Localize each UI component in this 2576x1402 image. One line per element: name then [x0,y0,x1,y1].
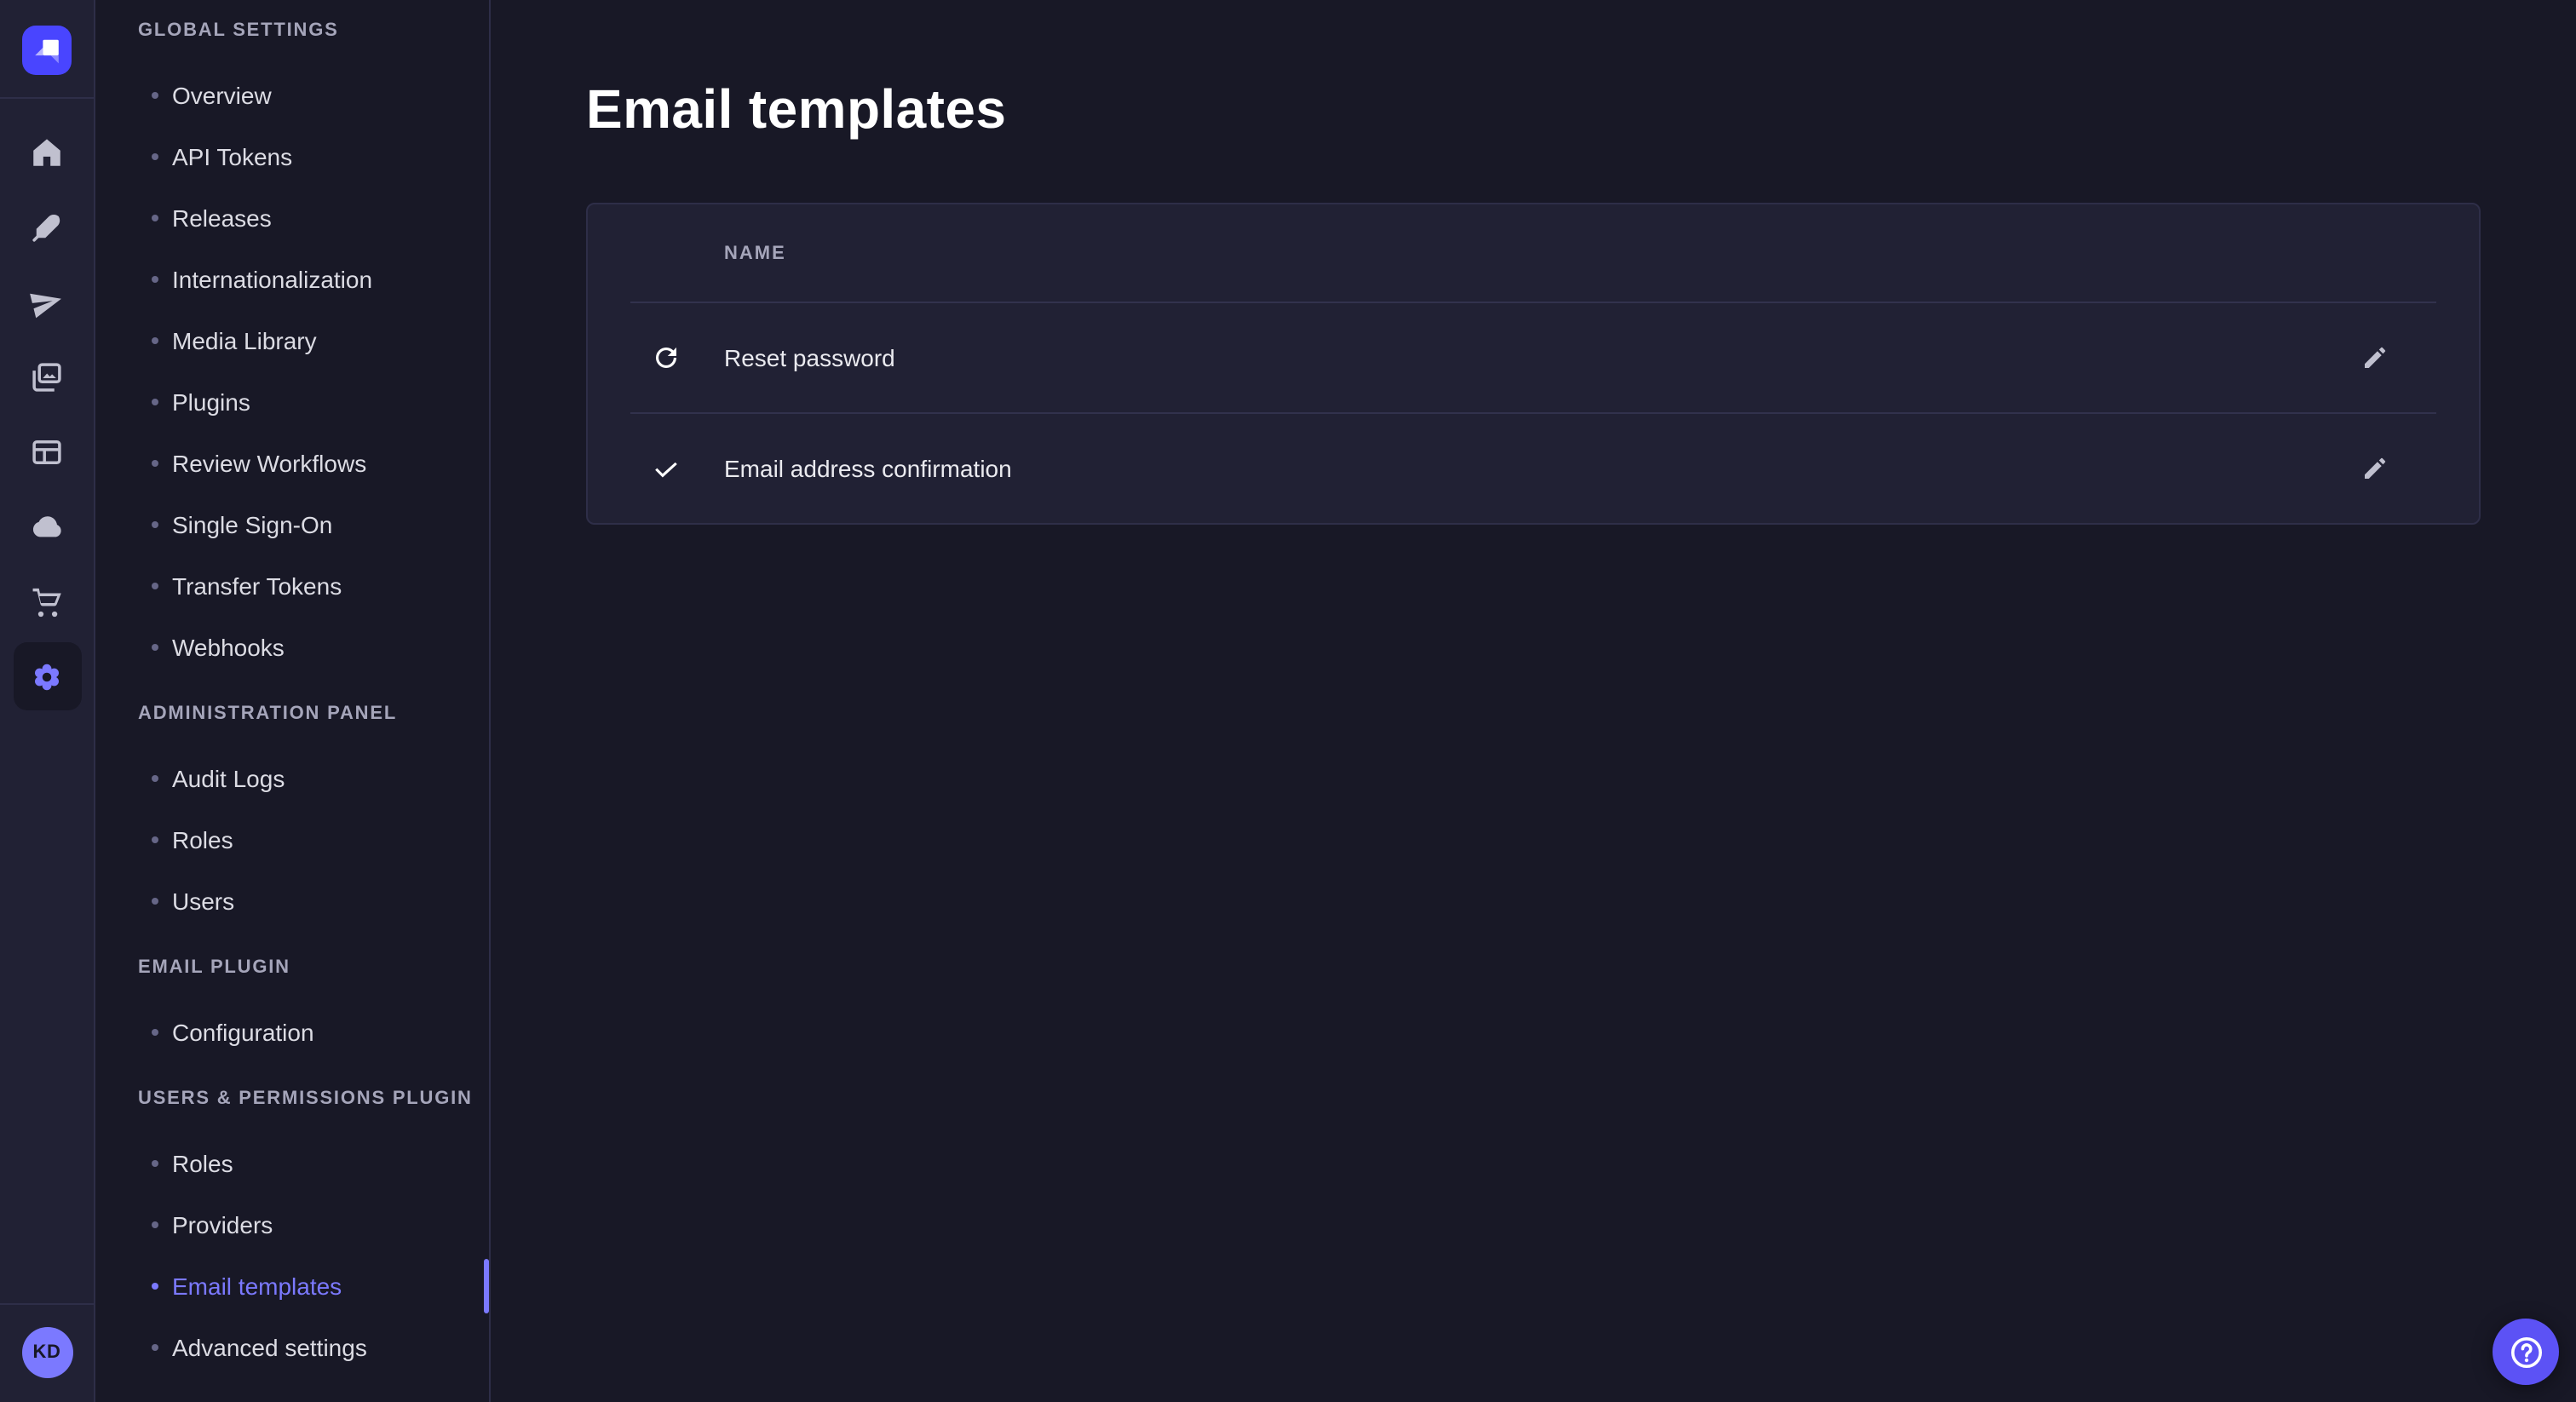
home-icon[interactable] [13,118,81,186]
bullet-icon [152,775,158,782]
bullet-icon [152,1221,158,1228]
bullet-icon [152,276,158,283]
settings-subnav: GLOBAL SETTINGS Overview API Tokens Rele… [95,0,491,1402]
subnav-item-api-tokens[interactable]: API Tokens [95,126,489,187]
cloud-icon[interactable] [13,492,81,560]
subnav-item-media-library[interactable]: Media Library [95,310,489,371]
strapi-logo-icon [27,31,66,70]
subnav-item-internationalization[interactable]: Internationalization [95,249,489,310]
bullet-icon [152,215,158,221]
subnav-item-review-workflows[interactable]: Review Workflows [95,433,489,494]
app-window: KD GLOBAL SETTINGS Overview API Tokens R… [0,0,2576,1402]
bullet-icon [152,399,158,405]
template-name: Reset password [724,344,895,371]
strapi-logo[interactable] [22,26,72,75]
bullet-icon [152,836,158,843]
subnav-item-advanced-settings[interactable]: Advanced settings [95,1317,489,1378]
section-label-global-settings: GLOBAL SETTINGS [138,20,489,41]
edit-email-confirmation-button[interactable] [2355,448,2395,489]
subnav-item-admin-users[interactable]: Users [95,871,489,932]
template-name: Email address confirmation [724,455,1012,482]
subnav-item-providers[interactable]: Providers [95,1194,489,1255]
page-title: Email templates [586,78,2576,141]
refresh-icon [651,342,681,373]
rail-divider [0,97,94,99]
section-label-email-plugin: EMAIL PLUGIN [138,957,489,978]
send-icon[interactable] [13,267,81,336]
user-avatar[interactable]: KD [21,1327,72,1378]
subnav-item-releases[interactable]: Releases [95,187,489,249]
help-button[interactable] [2493,1319,2559,1385]
column-header-name: NAME [724,243,786,263]
bullet-icon [152,521,158,528]
question-mark-icon [2505,1331,2546,1372]
subnav-item-plugins[interactable]: Plugins [95,371,489,433]
subnav-item-email-configuration[interactable]: Configuration [95,1002,489,1063]
subnav-item-audit-logs[interactable]: Audit Logs [95,748,489,809]
feather-icon[interactable] [13,192,81,261]
bullet-icon [152,583,158,589]
edit-reset-password-button[interactable] [2355,337,2395,378]
active-item-indicator [484,1259,489,1313]
bullet-icon [152,644,158,651]
subnav-item-single-sign-on[interactable]: Single Sign-On [95,494,489,555]
layout-icon[interactable] [13,417,81,486]
bullet-icon [152,460,158,467]
bullet-icon [152,1283,158,1290]
cart-icon[interactable] [13,567,81,635]
subnav-item-email-templates[interactable]: Email templates [95,1255,489,1317]
bullet-icon [152,898,158,905]
section-label-users-permissions-plugin: USERS & PERMISSIONS PLUGIN [138,1089,489,1109]
rail-bottom-divider [0,1303,94,1305]
pencil-icon [2361,455,2389,482]
bullet-icon [152,337,158,344]
table-header-row: NAME [588,204,2479,302]
subnav-item-webhooks[interactable]: Webhooks [95,617,489,678]
section-label-administration-panel: ADMINISTRATION PANEL [138,704,489,724]
table-row-email-address-confirmation[interactable]: Email address confirmation [588,414,2479,523]
icon-rail: KD [0,0,95,1402]
main-content: Email templates NAME Reset password [491,0,2576,1402]
subnav-item-overview[interactable]: Overview [95,65,489,126]
email-templates-table: NAME Reset password Email address confir… [586,203,2481,525]
bullet-icon [152,1344,158,1351]
bullet-icon [152,92,158,99]
subnav-item-up-roles[interactable]: Roles [95,1133,489,1194]
settings-gear-icon[interactable] [13,642,81,710]
bullet-icon [152,1160,158,1167]
subnav-item-admin-roles[interactable]: Roles [95,809,489,871]
subnav-item-transfer-tokens[interactable]: Transfer Tokens [95,555,489,617]
check-icon [651,453,681,484]
table-row-reset-password[interactable]: Reset password [588,303,2479,412]
pencil-icon [2361,344,2389,371]
bullet-icon [152,1029,158,1036]
media-library-icon[interactable] [13,342,81,411]
bullet-icon [152,153,158,160]
